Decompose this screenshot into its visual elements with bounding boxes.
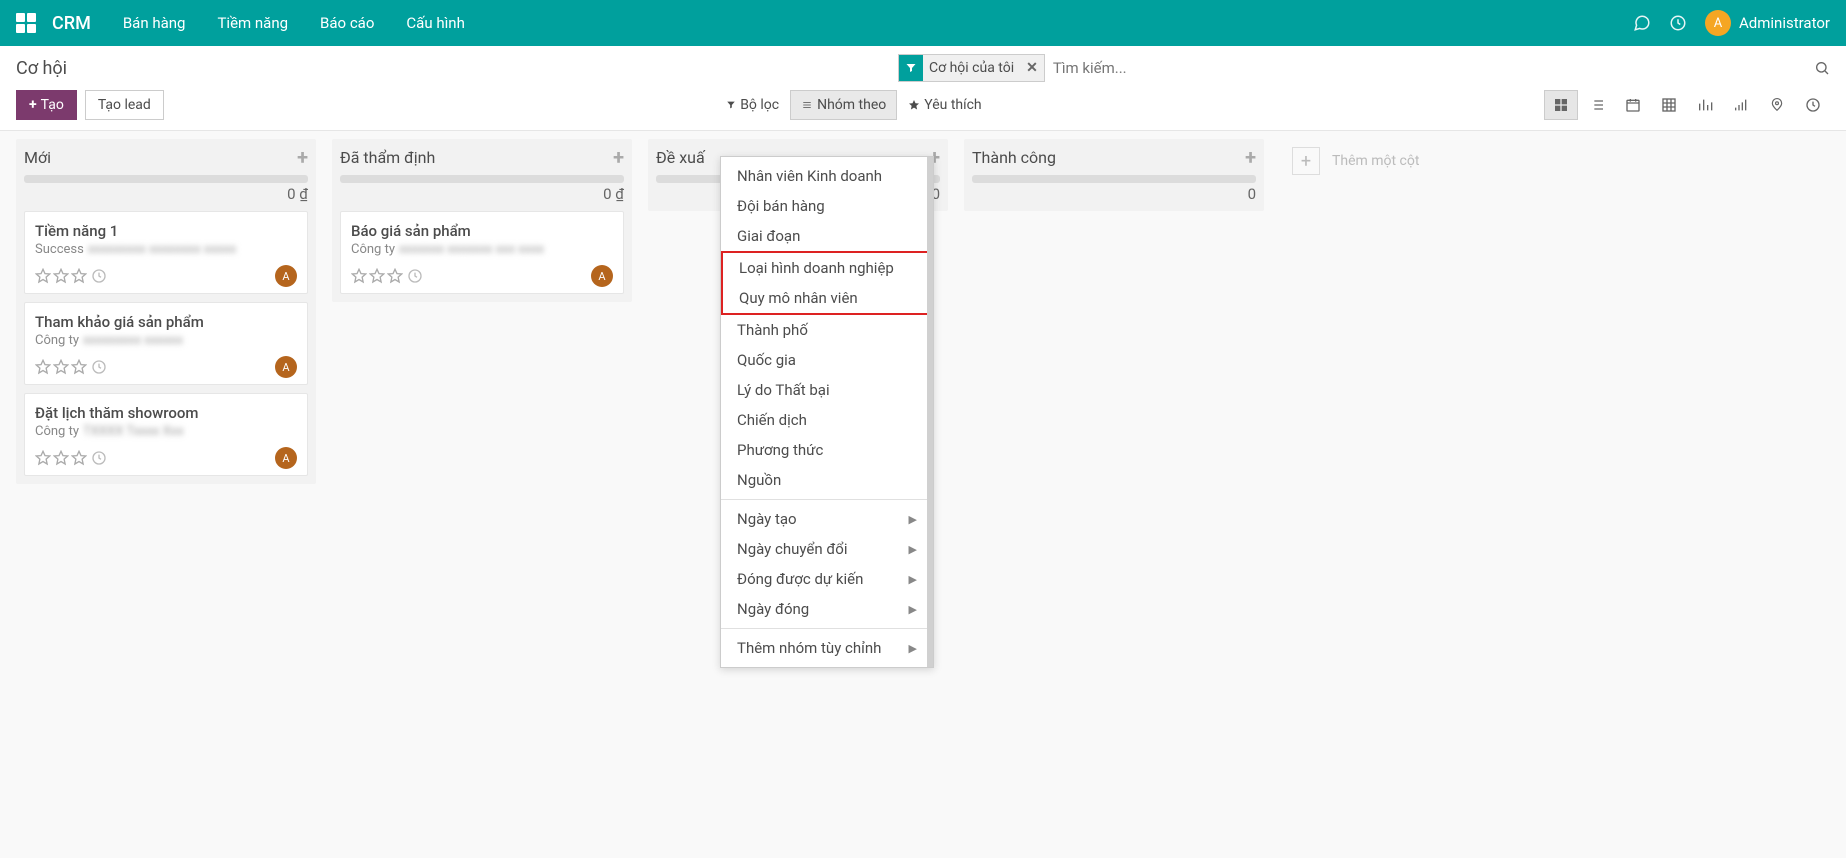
kanban-column: Đã thẩm định + 0 ₫ Báo giá sản phẩm Công… bbox=[332, 139, 632, 302]
favorites-button[interactable]: Yêu thích bbox=[897, 90, 992, 120]
group-by-dropdown: Nhân viên Kinh doanhĐội bán hàngGiai đoạ… bbox=[720, 156, 934, 668]
group-by-option[interactable]: Nguồn bbox=[721, 465, 933, 495]
cohort-view-icon[interactable] bbox=[1724, 90, 1758, 120]
filter-icon bbox=[899, 55, 923, 81]
card-title: Tiềm năng 1 bbox=[35, 222, 297, 240]
filters-button[interactable]: Bộ lọc bbox=[715, 90, 790, 120]
list-view-icon[interactable] bbox=[1580, 90, 1614, 120]
group-by-option[interactable]: Ngày đóng▶ bbox=[721, 594, 933, 624]
brand[interactable]: CRM bbox=[52, 13, 91, 34]
control-panel: Cơ hội Cơ hội của tôi ✕ +Tạo Tạo lead Bộ… bbox=[0, 46, 1846, 131]
priority-stars[interactable] bbox=[351, 268, 403, 284]
group-by-option[interactable]: Phương thức bbox=[721, 435, 933, 465]
group-by-label: Nhóm theo bbox=[817, 97, 886, 113]
add-column-label: Thêm một cột bbox=[1332, 153, 1419, 169]
column-title[interactable]: Đề xuấ bbox=[656, 148, 705, 167]
priority-stars[interactable] bbox=[35, 450, 87, 466]
create-lead-button[interactable]: Tạo lead bbox=[85, 90, 164, 120]
group-by-option[interactable]: Ngày chuyển đổi▶ bbox=[721, 534, 933, 564]
user-name[interactable]: Administrator bbox=[1739, 14, 1830, 32]
create-label: Tạo bbox=[41, 97, 64, 113]
activity-clock-icon[interactable] bbox=[91, 450, 107, 466]
search-bar: Cơ hội của tôi ✕ bbox=[898, 54, 1798, 82]
group-by-option[interactable]: Đội bán hàng bbox=[721, 191, 933, 221]
facet-label: Cơ hội của tôi bbox=[923, 60, 1020, 76]
column-quick-add[interactable]: + bbox=[613, 145, 624, 169]
search-icon[interactable] bbox=[1814, 60, 1830, 76]
column-progress-bar bbox=[340, 175, 624, 183]
kanban-card[interactable]: Tiềm năng 1 Success xxxxxxxxx xxxxxxxx x… bbox=[24, 211, 308, 294]
group-by-option[interactable]: Lý do Thất bại bbox=[721, 375, 933, 405]
add-column-button[interactable]: + Thêm một cột bbox=[1280, 139, 1580, 183]
user-avatar[interactable]: A bbox=[1705, 10, 1731, 36]
plus-icon: + bbox=[1292, 147, 1320, 175]
column-sum: 0 ₫ bbox=[332, 185, 632, 211]
column-sum: 0 bbox=[964, 185, 1264, 211]
card-subtitle: Công ty xxxxxxxxx xxxxxx bbox=[35, 333, 297, 348]
group-by-option[interactable]: Loại hình doanh nghiệp bbox=[723, 253, 931, 283]
conversations-icon[interactable] bbox=[1633, 14, 1651, 32]
card-avatar[interactable]: A bbox=[275, 447, 297, 469]
nav-tiem-nang[interactable]: Tiềm năng bbox=[217, 14, 288, 32]
search-facet: Cơ hội của tôi ✕ bbox=[898, 54, 1045, 82]
nav-ban-hang[interactable]: Bán hàng bbox=[123, 14, 186, 32]
card-title: Báo giá sản phẩm bbox=[351, 222, 613, 240]
kanban-column: Thành công + 0 bbox=[964, 139, 1264, 211]
column-title[interactable]: Đã thẩm định bbox=[340, 148, 435, 167]
kanban-card[interactable]: Đặt lịch thăm showroom Công ty TXXXX Txx… bbox=[24, 393, 308, 476]
card-avatar[interactable]: A bbox=[591, 265, 613, 287]
group-by-option[interactable]: Quốc gia bbox=[721, 345, 933, 375]
group-by-option[interactable]: Thành phố bbox=[721, 315, 933, 345]
activity-clock-icon[interactable] bbox=[91, 268, 107, 284]
column-quick-add[interactable]: + bbox=[297, 145, 308, 169]
filters-label: Bộ lọc bbox=[740, 97, 779, 113]
top-nav: CRM Bán hàng Tiềm năng Báo cáo Cấu hình … bbox=[0, 0, 1846, 46]
favorites-label: Yêu thích bbox=[924, 97, 981, 113]
card-title: Đặt lịch thăm showroom bbox=[35, 404, 297, 422]
group-by-option[interactable]: Đóng được dự kiến▶ bbox=[721, 564, 933, 594]
card-title: Tham khảo giá sản phẩm bbox=[35, 313, 297, 331]
column-title[interactable]: Mới bbox=[24, 148, 51, 167]
kanban-view-icon[interactable] bbox=[1544, 90, 1578, 120]
map-view-icon[interactable] bbox=[1760, 90, 1794, 120]
facet-remove[interactable]: ✕ bbox=[1020, 60, 1044, 76]
column-title[interactable]: Thành công bbox=[972, 148, 1056, 167]
nav-bao-cao[interactable]: Báo cáo bbox=[320, 14, 374, 32]
card-avatar[interactable]: A bbox=[275, 356, 297, 378]
activity-view-icon[interactable] bbox=[1796, 90, 1830, 120]
activity-clock-icon[interactable] bbox=[407, 268, 423, 284]
group-by-option[interactable]: Chiến dịch bbox=[721, 405, 933, 435]
add-custom-group[interactable]: Thêm nhóm tùy chỉnh▶ bbox=[721, 633, 933, 663]
priority-stars[interactable] bbox=[35, 268, 87, 284]
group-by-button[interactable]: Nhóm theo bbox=[790, 90, 897, 120]
group-by-option[interactable]: Ngày tạo▶ bbox=[721, 504, 933, 534]
column-progress-bar bbox=[24, 175, 308, 183]
dropdown-scrollbar[interactable] bbox=[927, 157, 933, 667]
breadcrumb: Cơ hội bbox=[16, 58, 67, 79]
card-subtitle: Công ty xxxxxxx xxxxxxx xxx xxxx bbox=[351, 242, 613, 257]
calendar-view-icon[interactable] bbox=[1616, 90, 1650, 120]
graph-view-icon[interactable] bbox=[1688, 90, 1722, 120]
group-by-option[interactable]: Giai đoạn bbox=[721, 221, 933, 251]
card-avatar[interactable]: A bbox=[275, 265, 297, 287]
group-by-option[interactable]: Nhân viên Kinh doanh bbox=[721, 161, 933, 191]
apps-icon[interactable] bbox=[16, 13, 36, 33]
create-button[interactable]: +Tạo bbox=[16, 90, 77, 120]
activity-clock-icon[interactable] bbox=[91, 359, 107, 375]
kanban-column: Mới + 0 ₫ Tiềm năng 1 Success xxxxxxxxx … bbox=[16, 139, 316, 484]
group-by-option[interactable]: Quy mô nhân viên bbox=[723, 283, 931, 313]
card-subtitle: Công ty TXXXX Txxxx Xxx bbox=[35, 424, 297, 439]
nav-cau-hinh[interactable]: Cấu hình bbox=[406, 14, 464, 32]
kanban-card[interactable]: Tham khảo giá sản phẩm Công ty xxxxxxxxx… bbox=[24, 302, 308, 385]
priority-stars[interactable] bbox=[35, 359, 87, 375]
card-subtitle: Success xxxxxxxxx xxxxxxxx xxxxx bbox=[35, 242, 297, 257]
column-sum: 0 ₫ bbox=[16, 185, 316, 211]
column-quick-add[interactable]: + bbox=[1245, 145, 1256, 169]
activities-icon[interactable] bbox=[1669, 14, 1687, 32]
kanban-card[interactable]: Báo giá sản phẩm Công ty xxxxxxx xxxxxxx… bbox=[340, 211, 624, 294]
search-input[interactable] bbox=[1045, 55, 1798, 81]
pivot-view-icon[interactable] bbox=[1652, 90, 1686, 120]
column-progress-bar bbox=[972, 175, 1256, 183]
highlighted-group-options: Loại hình doanh nghiệpQuy mô nhân viên bbox=[721, 251, 933, 315]
